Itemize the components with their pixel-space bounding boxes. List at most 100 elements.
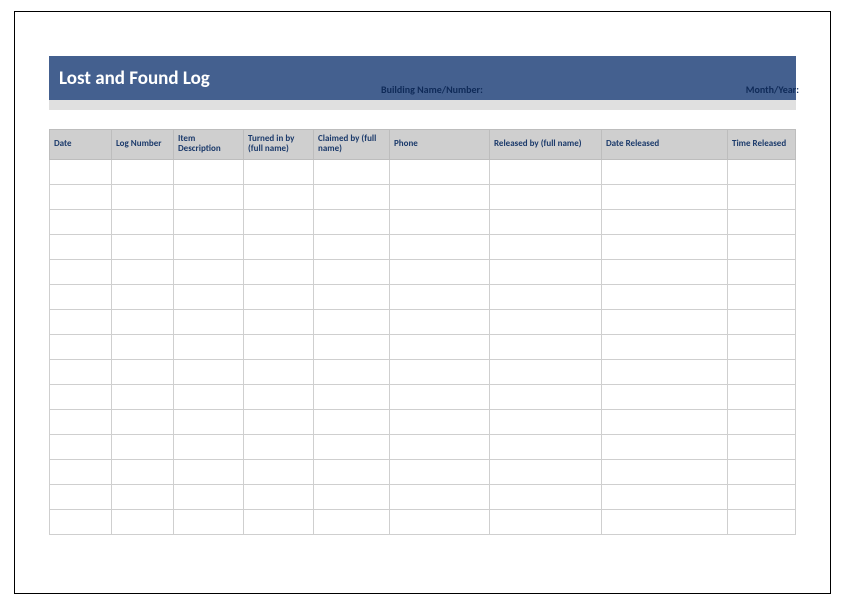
table-cell[interactable] [112,434,174,459]
table-cell[interactable] [50,359,112,384]
table-cell[interactable] [314,309,390,334]
table-cell[interactable] [174,309,244,334]
table-cell[interactable] [314,409,390,434]
table-cell[interactable] [728,159,796,184]
table-cell[interactable] [728,309,796,334]
table-cell[interactable] [244,284,314,309]
table-cell[interactable] [314,484,390,509]
table-cell[interactable] [602,459,728,484]
table-cell[interactable] [174,234,244,259]
table-cell[interactable] [174,484,244,509]
table-cell[interactable] [112,359,174,384]
table-cell[interactable] [390,284,490,309]
table-cell[interactable] [112,334,174,359]
table-cell[interactable] [244,384,314,409]
table-cell[interactable] [314,509,390,534]
table-cell[interactable] [390,459,490,484]
table-cell[interactable] [112,509,174,534]
table-cell[interactable] [244,434,314,459]
table-cell[interactable] [244,159,314,184]
table-cell[interactable] [728,409,796,434]
table-cell[interactable] [490,384,602,409]
table-cell[interactable] [728,334,796,359]
table-cell[interactable] [50,434,112,459]
table-cell[interactable] [490,284,602,309]
table-cell[interactable] [390,359,490,384]
table-cell[interactable] [50,334,112,359]
table-cell[interactable] [490,259,602,284]
table-cell[interactable] [112,234,174,259]
table-cell[interactable] [174,434,244,459]
table-cell[interactable] [728,509,796,534]
table-cell[interactable] [390,334,490,359]
table-cell[interactable] [390,409,490,434]
table-cell[interactable] [50,409,112,434]
table-cell[interactable] [244,309,314,334]
table-cell[interactable] [602,334,728,359]
table-cell[interactable] [112,284,174,309]
table-cell[interactable] [244,459,314,484]
table-cell[interactable] [314,334,390,359]
table-cell[interactable] [490,409,602,434]
table-cell[interactable] [314,384,390,409]
table-cell[interactable] [602,159,728,184]
table-cell[interactable] [490,209,602,234]
table-cell[interactable] [602,359,728,384]
table-cell[interactable] [602,384,728,409]
table-cell[interactable] [390,484,490,509]
table-cell[interactable] [50,384,112,409]
table-cell[interactable] [50,159,112,184]
table-cell[interactable] [174,284,244,309]
table-cell[interactable] [728,359,796,384]
table-cell[interactable] [50,284,112,309]
table-cell[interactable] [728,459,796,484]
table-cell[interactable] [112,484,174,509]
table-cell[interactable] [174,384,244,409]
table-cell[interactable] [602,234,728,259]
table-cell[interactable] [50,509,112,534]
table-cell[interactable] [314,209,390,234]
table-cell[interactable] [728,384,796,409]
table-cell[interactable] [314,284,390,309]
table-cell[interactable] [112,409,174,434]
table-cell[interactable] [174,334,244,359]
table-cell[interactable] [728,259,796,284]
table-cell[interactable] [50,209,112,234]
table-cell[interactable] [112,159,174,184]
table-cell[interactable] [490,184,602,209]
table-cell[interactable] [314,159,390,184]
table-cell[interactable] [314,459,390,484]
table-cell[interactable] [174,159,244,184]
table-cell[interactable] [314,359,390,384]
table-cell[interactable] [174,259,244,284]
table-cell[interactable] [602,434,728,459]
table-cell[interactable] [174,184,244,209]
table-cell[interactable] [50,459,112,484]
table-cell[interactable] [490,459,602,484]
table-cell[interactable] [390,159,490,184]
table-cell[interactable] [602,184,728,209]
table-cell[interactable] [244,209,314,234]
table-cell[interactable] [728,209,796,234]
table-cell[interactable] [112,184,174,209]
table-cell[interactable] [728,184,796,209]
table-cell[interactable] [490,509,602,534]
table-cell[interactable] [50,234,112,259]
table-cell[interactable] [490,484,602,509]
table-cell[interactable] [244,334,314,359]
table-cell[interactable] [112,259,174,284]
table-cell[interactable] [490,359,602,384]
table-cell[interactable] [490,234,602,259]
table-cell[interactable] [490,309,602,334]
table-cell[interactable] [174,209,244,234]
table-cell[interactable] [602,484,728,509]
table-cell[interactable] [244,184,314,209]
table-cell[interactable] [728,234,796,259]
table-cell[interactable] [174,509,244,534]
table-cell[interactable] [112,459,174,484]
table-cell[interactable] [390,434,490,459]
table-cell[interactable] [314,259,390,284]
table-cell[interactable] [174,459,244,484]
table-cell[interactable] [602,509,728,534]
table-cell[interactable] [314,234,390,259]
